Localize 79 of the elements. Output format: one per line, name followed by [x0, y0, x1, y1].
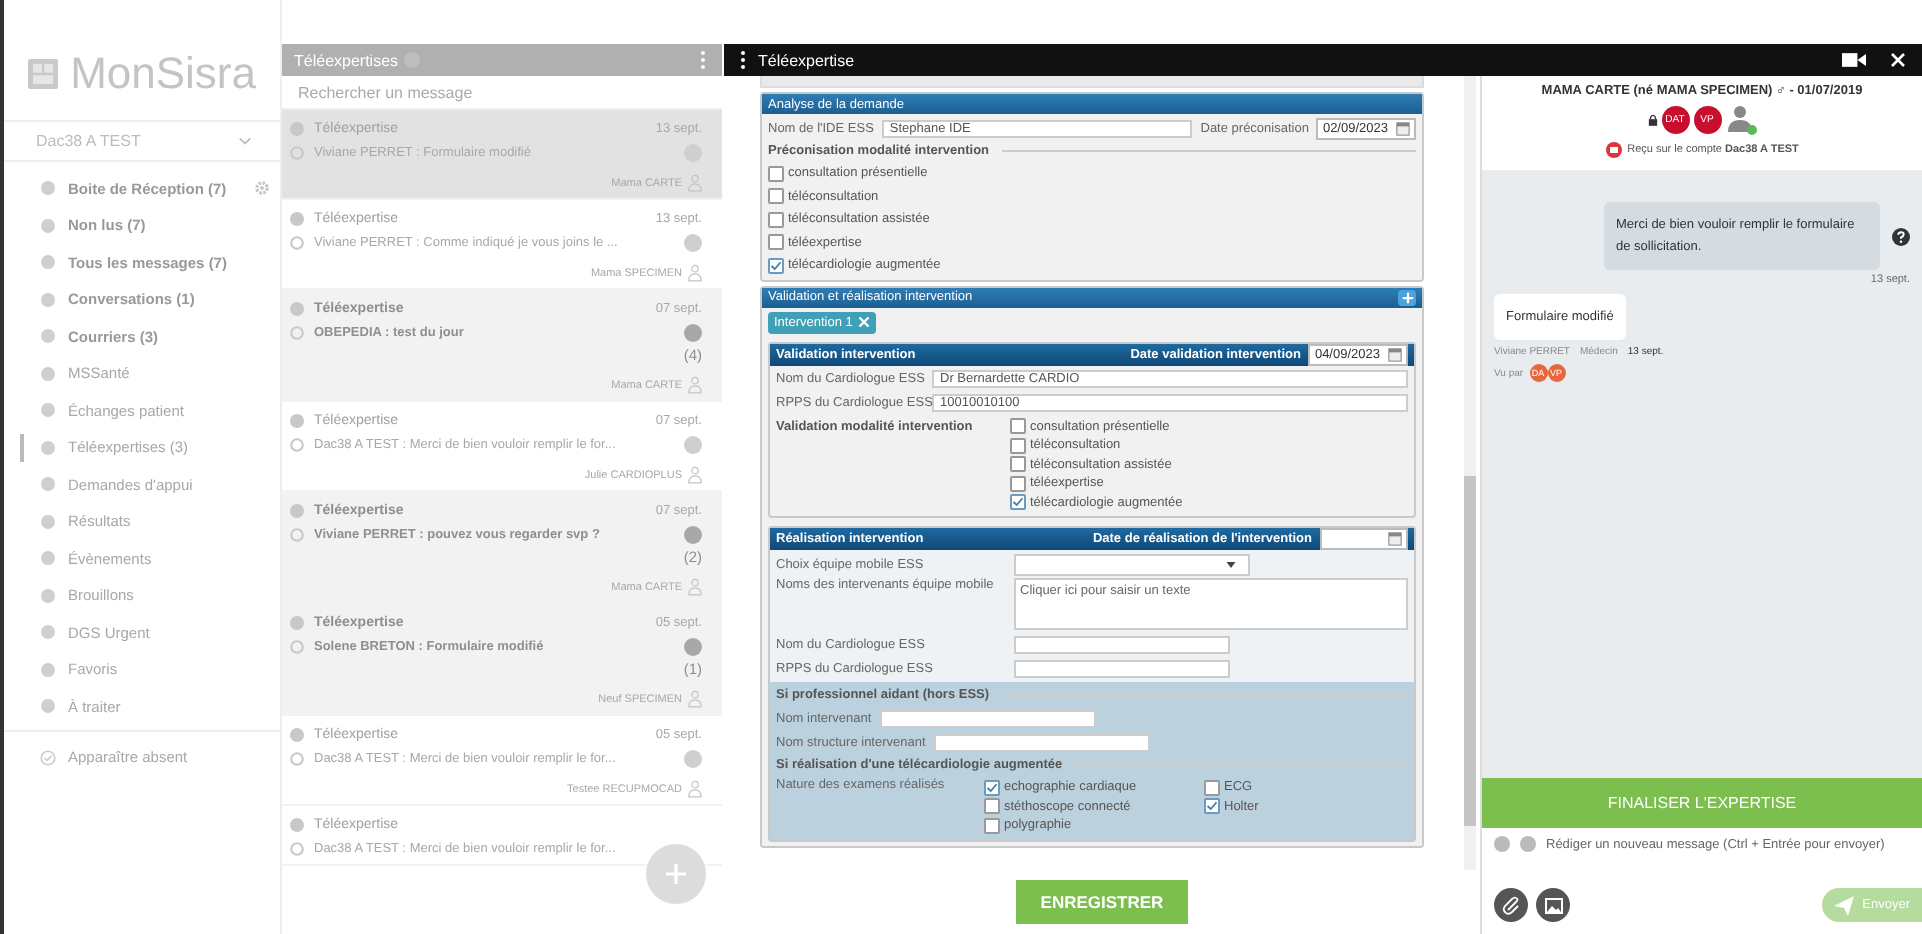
save-button[interactable]: ENREGISTRER	[1016, 880, 1188, 924]
clock-icon	[290, 751, 304, 765]
check-circle-icon	[40, 749, 56, 766]
clock-icon	[290, 437, 304, 451]
checkbox[interactable]	[1204, 779, 1220, 796]
inbox-icon	[1605, 142, 1622, 158]
list-title: Téléexpertises	[294, 51, 399, 69]
person-icon	[688, 690, 702, 708]
checkbox[interactable]	[1010, 437, 1026, 454]
plus-icon	[1401, 291, 1413, 303]
circle-icon	[40, 587, 56, 604]
text-field[interactable]	[933, 733, 1150, 751]
checkbox[interactable]	[768, 211, 784, 228]
clock-icon	[290, 527, 304, 541]
image-button[interactable]	[1536, 888, 1570, 922]
calendar-icon	[1396, 121, 1410, 135]
chevron-icon	[238, 136, 252, 146]
circle-icon	[40, 661, 56, 678]
clock-icon	[290, 639, 304, 653]
scrollbar[interactable]	[1464, 76, 1476, 870]
send-icon	[1834, 895, 1855, 915]
person-icon	[688, 174, 702, 192]
dropdown[interactable]	[1014, 553, 1250, 575]
checkbox[interactable]	[984, 817, 1000, 834]
checkbox[interactable]	[1010, 494, 1026, 511]
circle-icon	[40, 217, 56, 234]
text-field[interactable]	[1014, 659, 1230, 677]
checkbox[interactable]	[1010, 418, 1026, 435]
checkbox[interactable]	[768, 234, 784, 251]
clock-icon	[290, 235, 304, 249]
circle-icon	[40, 328, 56, 345]
checkbox[interactable]	[984, 779, 1000, 796]
checkbox[interactable]	[1010, 456, 1026, 473]
modal-title: Téléexpertise	[758, 51, 855, 69]
person-icon	[688, 578, 702, 596]
person-icon	[688, 264, 702, 282]
video-camera-icon[interactable]	[1842, 52, 1866, 68]
circle-icon	[40, 513, 56, 530]
person-icon	[1725, 104, 1757, 136]
circle-icon	[40, 254, 56, 271]
person-icon	[688, 780, 702, 798]
checkbox[interactable]	[1010, 475, 1026, 492]
add-button[interactable]	[1398, 289, 1416, 305]
circle-icon	[40, 698, 56, 715]
settings-icon[interactable]	[254, 180, 271, 197]
circle-icon	[40, 624, 56, 641]
circle-icon	[40, 402, 56, 419]
plus-icon	[664, 862, 688, 886]
checkbox[interactable]	[1204, 798, 1220, 815]
image-icon	[1543, 895, 1563, 915]
person-icon	[688, 466, 702, 484]
circle-icon	[40, 180, 56, 197]
lock-icon	[1647, 114, 1657, 126]
text-field[interactable]	[1014, 635, 1230, 653]
more-icon[interactable]	[740, 50, 746, 70]
circle-icon	[40, 550, 56, 567]
circle-icon	[40, 365, 56, 382]
app-logo: MonSisra	[70, 48, 256, 100]
clock-icon	[290, 145, 304, 159]
paperclip-icon	[1501, 895, 1521, 915]
account-select[interactable]: Dac38 A TEST	[4, 120, 280, 162]
close-icon[interactable]	[1890, 52, 1906, 68]
date-field[interactable]	[1320, 528, 1408, 550]
clock-icon	[290, 841, 304, 855]
checkbox[interactable]	[984, 798, 1000, 815]
circle-icon	[40, 476, 56, 493]
checkbox[interactable]	[768, 188, 784, 205]
circle-icon	[40, 291, 56, 308]
clock-icon	[290, 325, 304, 339]
calendar-icon	[1388, 347, 1402, 361]
attach-button[interactable]	[1494, 888, 1528, 922]
caret-icon	[1226, 561, 1236, 567]
checkbox[interactable]	[768, 165, 784, 182]
text-field[interactable]	[879, 709, 1096, 727]
finalize-button[interactable]: FINALISER L'EXPERTISE	[1482, 778, 1922, 828]
checkbox[interactable]	[768, 257, 784, 274]
circle-icon	[40, 439, 56, 456]
person-icon	[688, 376, 702, 394]
calendar-icon	[1388, 532, 1402, 546]
